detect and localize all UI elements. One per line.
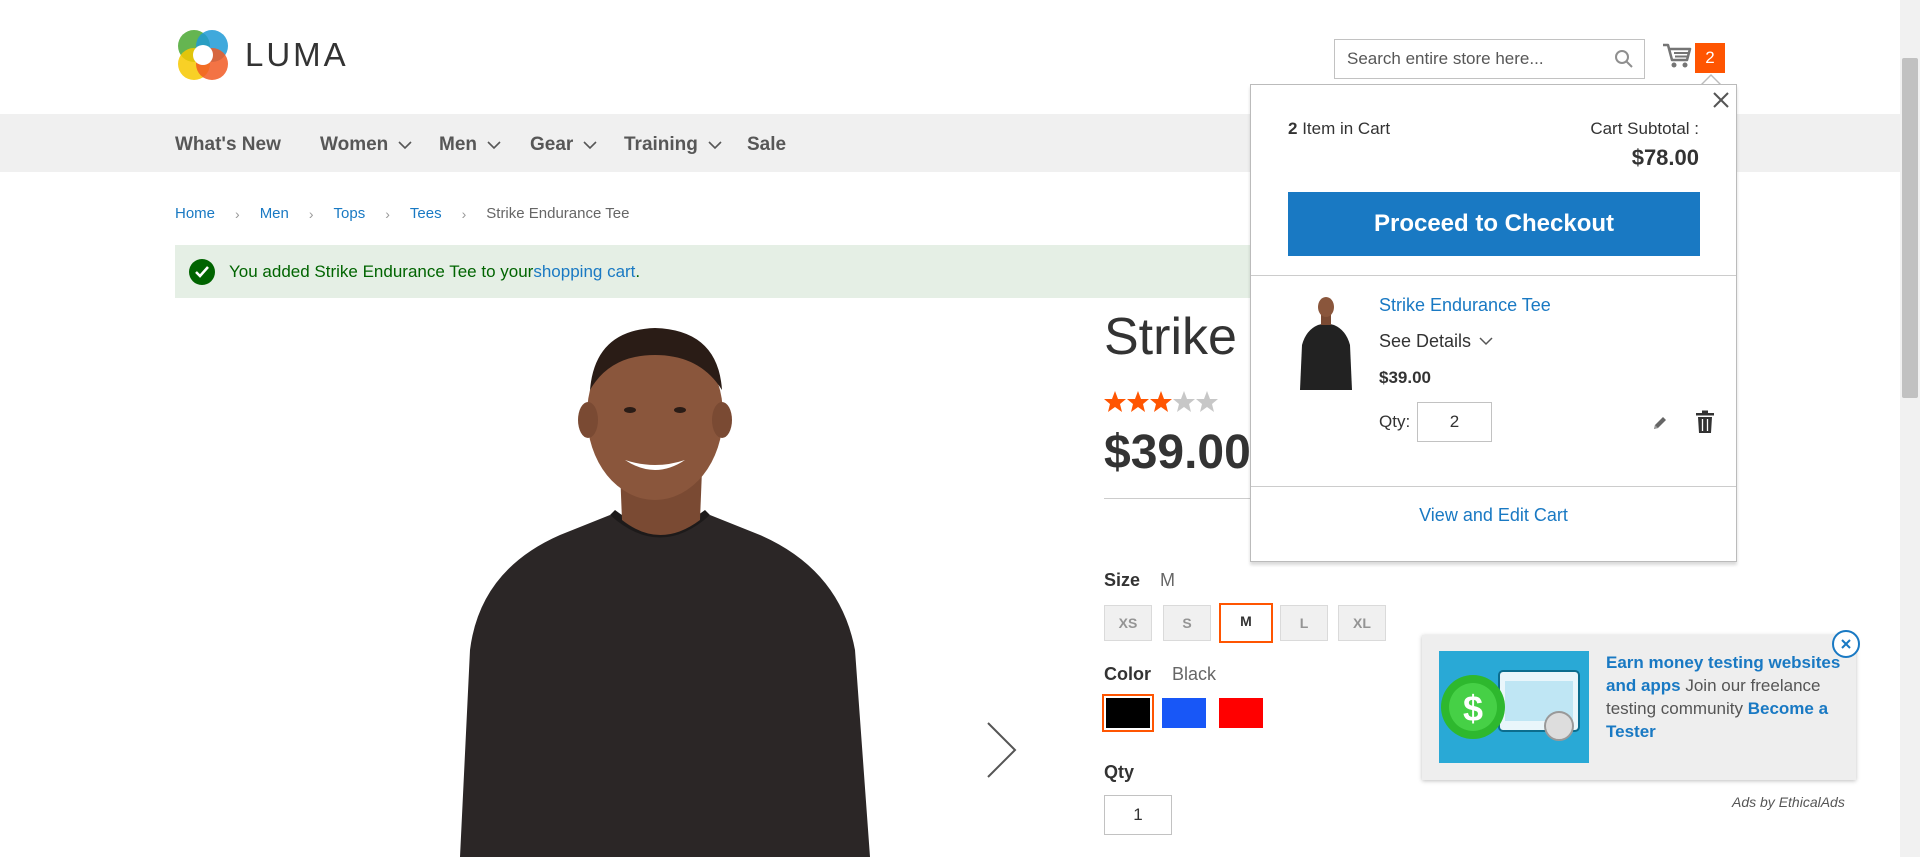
svg-text:$: $ <box>1463 688 1483 729</box>
color-swatch-blue[interactable] <box>1162 698 1206 728</box>
brand-name: LUMA <box>245 36 349 73</box>
color-label: Color <box>1104 664 1151 684</box>
breadcrumb-current: Strike Endurance Tee <box>486 205 630 222</box>
view-and-edit-cart-link[interactable]: View and Edit Cart <box>1251 505 1736 526</box>
minicart-subtotal-value: $78.00 <box>1631 145 1699 170</box>
trash-icon[interactable] <box>1695 410 1715 439</box>
size-option-m[interactable]: M <box>1219 603 1273 643</box>
color-swatch-red[interactable] <box>1219 698 1263 728</box>
ad-image[interactable]: $ <box>1439 651 1589 763</box>
star-icon <box>1104 391 1218 412</box>
size-selected-value: M <box>1160 570 1175 590</box>
shopping-cart-link[interactable]: shopping cart <box>533 262 635 282</box>
search-icon[interactable] <box>1614 49 1634 74</box>
breadcrumb-tops[interactable]: Tops <box>334 205 366 222</box>
product-price: $39.00 <box>1104 426 1251 479</box>
minicart-dropdown: 2 Item in Cart Cart Subtotal : $78.00 Pr… <box>1250 84 1737 562</box>
ads-by-ethicalads-label[interactable]: Ads by EthicalAds <box>1732 794 1845 810</box>
product-image[interactable] <box>400 320 930 857</box>
divider <box>1251 275 1736 276</box>
chevron-right-icon: › <box>461 205 467 222</box>
product-title: Strike I <box>1104 308 1266 366</box>
size-option-l[interactable]: L <box>1280 605 1328 641</box>
search-box[interactable] <box>1334 39 1645 79</box>
nav-item-men[interactable]: Men <box>439 134 501 156</box>
success-message: You added Strike Endurance Tee to your s… <box>175 245 1295 298</box>
chevron-down-icon <box>487 140 501 149</box>
checkmark-icon <box>189 258 215 285</box>
qty-label: Qty <box>1104 762 1135 782</box>
search-input[interactable] <box>1347 49 1607 69</box>
ad-close-icon[interactable] <box>1832 630 1860 658</box>
nav-item-whats-new[interactable]: What's New <box>175 134 281 156</box>
see-details-toggle[interactable]: See Details <box>1379 331 1493 352</box>
size-option-xs[interactable]: XS <box>1104 605 1152 641</box>
message-text: You added Strike Endurance Tee to your <box>229 261 534 281</box>
ad-text[interactable]: Earn money testing websites and apps Joi… <box>1606 651 1846 743</box>
chevron-down-icon <box>1479 337 1493 346</box>
minicart-subtotal-label: Cart Subtotal : <box>1590 119 1699 138</box>
breadcrumb-tees[interactable]: Tees <box>410 205 442 222</box>
minicart-item-count: 2 Item in Cart <box>1288 119 1391 138</box>
breadcrumb-men[interactable]: Men <box>260 205 289 222</box>
logo-mark-icon <box>175 27 231 83</box>
cart-count-badge[interactable]: 2 <box>1695 43 1725 73</box>
chevron-down-icon <box>708 140 722 149</box>
breadcrumb-home[interactable]: Home <box>175 205 215 222</box>
minicart-item-name[interactable]: Strike Endurance Tee <box>1379 295 1551 316</box>
scrollbar-thumb[interactable] <box>1902 58 1918 398</box>
ethicalads-banner[interactable]: $ Earn money testing websites and apps J… <box>1422 635 1856 780</box>
luma-logo[interactable]: LUMA <box>175 27 349 83</box>
size-label: Size <box>1104 570 1141 590</box>
qty-input[interactable]: 1 <box>1104 795 1172 835</box>
color-swatch-black[interactable] <box>1102 694 1154 732</box>
nav-item-sale[interactable]: Sale <box>747 134 786 156</box>
minicart-item-price: $39.00 <box>1379 368 1431 387</box>
minicart-item-thumbnail[interactable] <box>1288 295 1363 390</box>
breadcrumb: Home › Men › Tops › Tees › Strike Endura… <box>175 205 629 222</box>
nav-item-women[interactable]: Women <box>320 134 412 156</box>
size-option-s[interactable]: S <box>1163 605 1211 641</box>
chevron-down-icon <box>398 140 412 149</box>
proceed-to-checkout-button[interactable]: Proceed to Checkout <box>1288 192 1700 256</box>
chevron-right-icon: › <box>308 205 314 222</box>
next-image-arrow-icon[interactable] <box>985 720 1019 785</box>
nav-item-gear[interactable]: Gear <box>530 134 597 156</box>
cart-icon[interactable] <box>1662 42 1692 75</box>
edit-pencil-icon[interactable] <box>1651 414 1669 437</box>
close-icon[interactable] <box>1710 89 1732 116</box>
color-selected-value: Black <box>1172 664 1217 684</box>
rating-stars[interactable] <box>1104 390 1219 414</box>
chevron-down-icon <box>583 140 597 149</box>
minicart-qty-input[interactable]: 2 <box>1417 402 1492 442</box>
divider <box>1251 486 1736 487</box>
chevron-right-icon: › <box>235 205 240 222</box>
chevron-right-icon: › <box>385 205 390 222</box>
nav-item-training[interactable]: Training <box>624 134 722 156</box>
minicart-qty-label: Qty: <box>1379 412 1411 431</box>
size-option-xl[interactable]: XL <box>1338 605 1386 641</box>
